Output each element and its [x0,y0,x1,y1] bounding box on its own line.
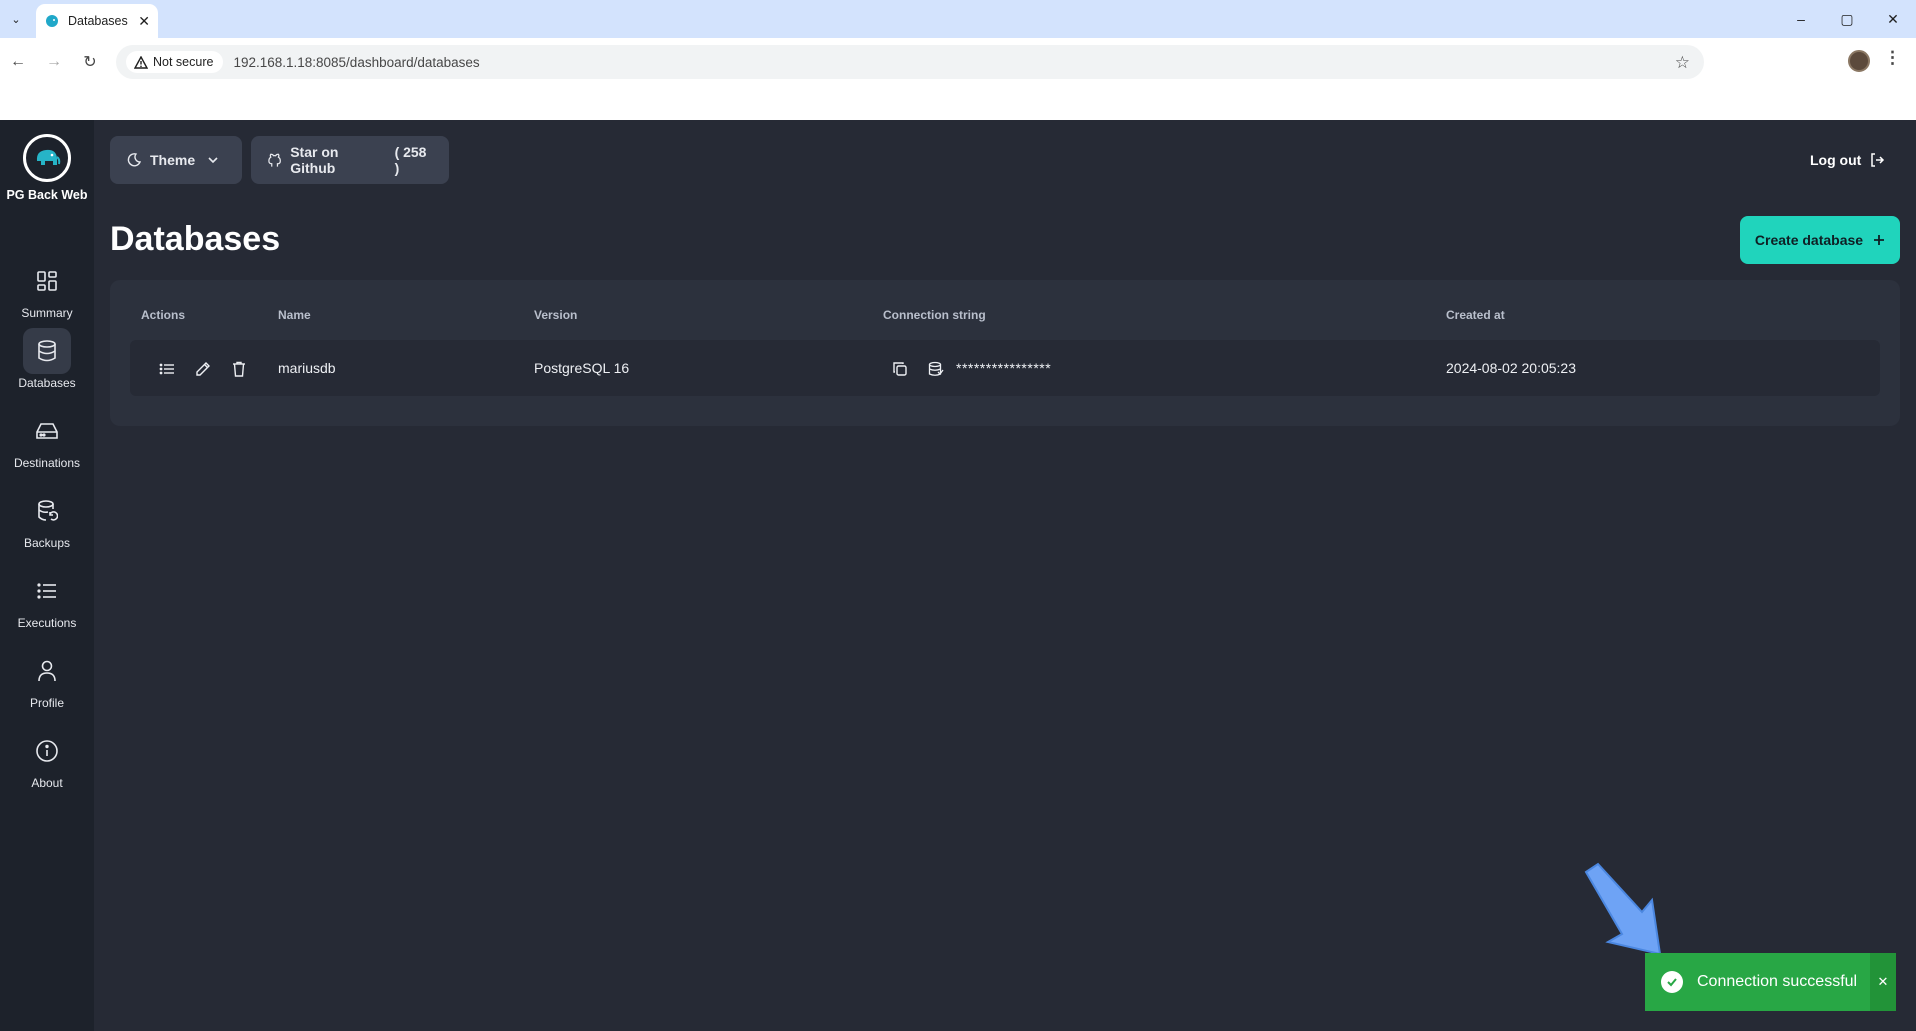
column-header-name: Name [278,308,311,322]
databases-table: Actions Name Version Connection string C… [110,280,1900,426]
tab-search-chevron-icon[interactable]: ⌄ [4,7,28,31]
create-database-label: Create database [1754,232,1864,248]
browser-menu-icon[interactable]: ⋮ [1884,48,1901,68]
check-circle-icon [1661,971,1683,993]
sidebar-item-about[interactable]: About [0,728,94,790]
brand[interactable]: PG Back Web [0,134,94,203]
created-at: 2024-08-02 20:05:23 [1446,360,1576,376]
column-header-version: Version [534,308,578,322]
github-star-button[interactable]: Star on Github ( 258 ) [251,136,449,184]
security-label: Not secure [153,55,214,69]
brand-name: PG Back Web [6,188,88,202]
database-version: PostgreSQL 16 [534,360,630,376]
warning-triangle-icon [134,55,148,69]
maximize-button[interactable]: ▢ [1824,0,1870,38]
chevron-down-icon [208,157,218,164]
minimize-button[interactable]: – [1778,0,1824,38]
browser-tab[interactable]: Databases ✕ [36,4,158,38]
tab-title: Databases [68,14,128,28]
url-text[interactable]: 192.168.1.18:8085/dashboard/databases [233,55,479,70]
security-chip[interactable]: Not secure [126,51,224,73]
connection-string-masked: **************** [956,360,1052,376]
sidebar-item-label: About [31,776,63,790]
reload-icon[interactable]: ↻ [78,50,102,74]
edit-pencil-icon[interactable] [192,358,214,380]
page-title: Databases [110,220,281,258]
annotation-arrow-icon [1584,862,1662,956]
sidebar-item-label: Databases [18,376,76,390]
list-icon [23,568,71,614]
list-executions-icon[interactable] [156,358,178,380]
toast-close-icon[interactable]: ✕ [1870,953,1896,1011]
theme-button[interactable]: Theme [110,136,242,184]
sidebar-item-label: Executions [17,616,77,630]
create-database-button[interactable]: Create database [1740,216,1900,264]
address-bar[interactable]: Not secure 192.168.1.18:8085/dashboard/d… [116,45,1704,79]
info-icon [23,728,71,774]
column-header-connection-string: Connection string [883,308,986,322]
logout-label: Log out [1810,152,1862,168]
sidebar-item-label: Destinations [13,456,81,470]
sidebar: PG Back Web Summary Databases Destinatio… [0,120,94,1031]
browser-toolbar: ← → ↻ Not secure 192.168.1.18:8085/dashb… [0,38,1916,86]
hard-drive-icon [23,408,71,454]
logout-icon [1871,153,1885,167]
bookmark-star-icon[interactable]: ☆ [1675,53,1690,73]
success-toast: Connection successful ✕ [1645,953,1896,1011]
github-icon [268,153,281,167]
browser-tabbar: ⌄ Databases ✕ – ▢ ✕ [0,0,1916,38]
elephant-logo-icon [23,134,71,182]
profile-avatar[interactable] [1848,50,1870,72]
elephant-favicon-icon [44,13,60,29]
tab-close-icon[interactable]: ✕ [138,13,150,30]
trash-icon[interactable] [228,358,250,380]
sidebar-item-executions[interactable]: Executions [0,568,94,630]
github-count: ( 258 ) [394,144,427,176]
table-row: mariusdb PostgreSQL 16 **************** … [130,340,1880,396]
database-icon [23,328,71,374]
user-icon [23,648,71,694]
sidebar-item-backups[interactable]: Backups [0,488,94,550]
database-backup-icon [23,488,71,534]
database-name: mariusdb [278,360,336,376]
sidebar-item-destinations[interactable]: Destinations [0,408,94,470]
toast-message: Connection successful [1697,973,1858,990]
moon-icon [127,153,142,167]
forward-arrow-icon[interactable]: → [42,50,66,74]
sidebar-item-label: Summary [21,306,73,320]
plus-icon [1874,235,1885,245]
sidebar-item-label: Backups [23,536,71,550]
test-connection-icon[interactable] [925,358,947,380]
logout-button[interactable]: Log out [1810,152,1885,168]
close-window-button[interactable]: ✕ [1870,0,1916,38]
column-header-created-at: Created at [1446,308,1505,322]
window-controls: – ▢ ✕ [1778,0,1916,38]
sidebar-item-label: Profile [29,696,64,710]
back-arrow-icon[interactable]: ← [6,50,30,74]
sidebar-item-summary[interactable]: Summary [0,258,94,320]
sidebar-item-profile[interactable]: Profile [0,648,94,710]
grid-icon [23,258,71,304]
sidebar-item-databases[interactable]: Databases [0,328,94,390]
column-header-actions: Actions [141,308,186,322]
copy-icon[interactable] [889,358,911,380]
theme-label: Theme [150,152,196,168]
github-label: Star on Github [290,144,339,176]
